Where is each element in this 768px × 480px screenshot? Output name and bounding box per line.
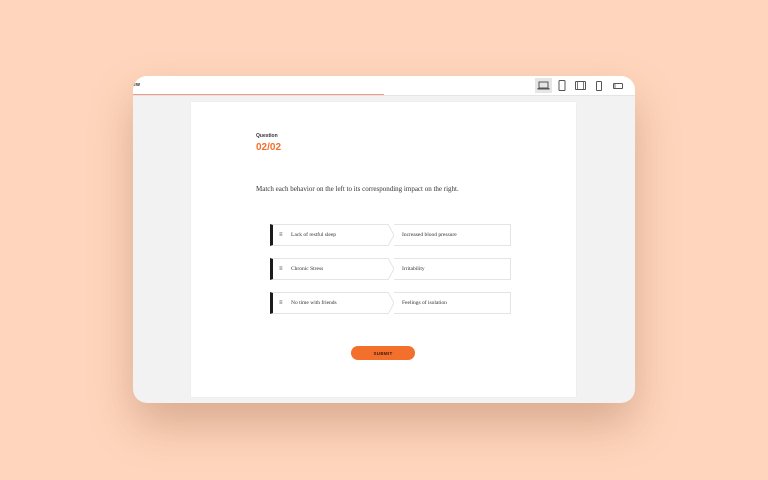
drag-handle-icon[interactable]: ≡ [279,265,283,273]
impact-item: Feelings of isolation [394,292,511,314]
quiz-page: Question 02/02 Match each behavior on th… [191,102,576,397]
phone-portrait-view-button[interactable] [594,78,604,93]
behavior-label: No time with friends [291,300,337,306]
phone-landscape-icon [613,82,623,89]
draggable-behavior-item[interactable]: ≡ Lack of restful sleep [270,224,388,246]
question-label: Question [256,133,278,139]
impact-label: Feelings of isolation [402,300,447,306]
behavior-label: Lack of restful sleep [291,232,337,238]
impact-label: Irritability [402,266,425,272]
submit-button[interactable]: SUBMIT [351,346,415,360]
preview-window: ew Question 02/02 Match each behavior on… [133,76,635,403]
laptop-view-button[interactable] [535,78,552,93]
preview-toolbar: ew [133,76,635,96]
progress-bar [133,94,384,95]
phone-landscape-view-button[interactable] [612,78,624,93]
draggable-behavior-item[interactable]: ≡ Chronic Stress [270,258,388,280]
question-prompt: Match each behavior on the left to its c… [256,185,459,193]
question-number: 02/02 [256,142,282,153]
tablet-landscape-icon [574,81,586,90]
tablet-landscape-view-button[interactable] [573,78,587,93]
match-row: ≡ No time with friends Feelings of isola… [270,292,511,314]
draggable-behavior-item[interactable]: ≡ No time with friends [270,292,388,314]
impact-item: Increased blood pressure [394,224,511,246]
match-row: ≡ Lack of restful sleep Increased blood … [270,224,511,246]
phone-portrait-icon [596,80,602,91]
drag-handle-icon[interactable]: ≡ [279,299,283,307]
match-row: ≡ Chronic Stress Irritability [270,258,511,280]
drag-handle-icon[interactable]: ≡ [279,231,283,239]
preview-label: ew [133,82,141,88]
impact-label: Increased blood pressure [402,232,457,238]
impact-item: Irritability [394,258,511,280]
tablet-portrait-icon [558,80,566,91]
tablet-portrait-view-button[interactable] [556,78,568,93]
behavior-label: Chronic Stress [291,266,324,272]
laptop-icon [537,81,550,90]
